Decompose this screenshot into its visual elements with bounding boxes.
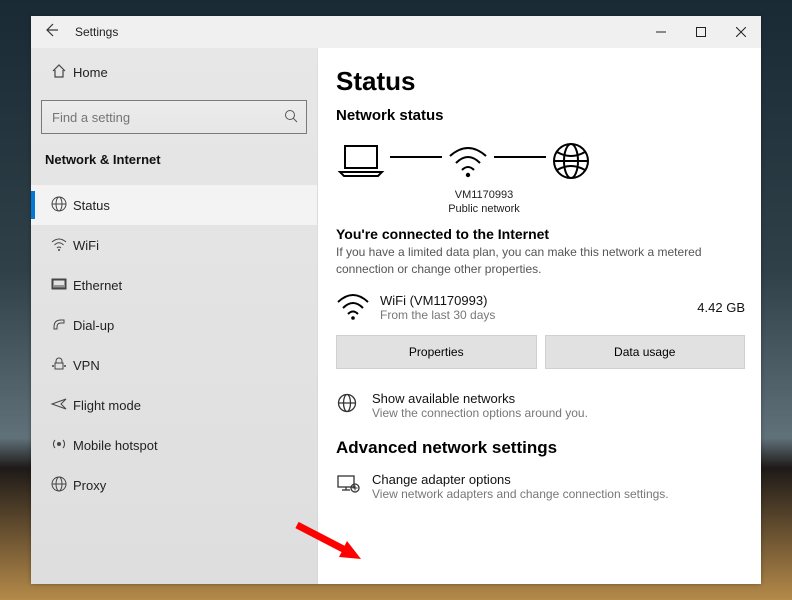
connection-lead: You're connected to the Internet [336,226,745,242]
settings-window: Settings Home Network & Inte [31,16,761,584]
connection-desc: If you have a limited data plan, you can… [336,244,736,278]
airplane-icon [45,395,73,416]
close-button[interactable] [721,16,761,48]
change-adapter-options[interactable]: Change adapter options View network adap… [336,472,745,501]
sidebar-item-label: Status [73,198,110,213]
link-sub: View network adapters and change connect… [372,487,669,501]
sidebar-item-label: Mobile hotspot [73,438,158,453]
sidebar-item-status[interactable]: Status [31,185,317,225]
section-network-status: Network status [336,107,745,124]
sidebar-item-ethernet[interactable]: Ethernet [31,265,317,305]
window-title: Settings [75,25,118,39]
connection-usage: 4.42 GB [697,300,745,315]
globe-icon [550,140,592,182]
properties-button[interactable]: Properties [336,335,537,369]
sidebar-item-vpn[interactable]: VPN [31,345,317,385]
link-title: Change adapter options [372,472,669,487]
connection-name: WiFi (VM1170993) [380,293,697,308]
link-sub: View the connection options around you. [372,406,588,420]
maximize-button[interactable] [681,16,721,48]
globe-small-icon [336,391,372,419]
home-button[interactable]: Home [31,52,317,92]
sidebar-item-dialup[interactable]: Dial-up [31,305,317,345]
home-label: Home [73,65,108,80]
sidebar-item-label: WiFi [73,238,99,253]
sidebar-item-label: Dial-up [73,318,114,333]
network-diagram [336,140,745,182]
sidebar-item-label: VPN [73,358,100,373]
laptop-icon [336,142,386,180]
sidebar: Home Network & Internet Status [31,48,318,584]
sidebar-item-hotspot[interactable]: Mobile hotspot [31,425,317,465]
search-input[interactable] [50,109,284,126]
main-content: Status Network status [318,48,761,584]
search-icon [284,109,298,126]
wifi-large-icon [446,142,490,180]
network-name: VM1170993 [424,188,544,202]
sidebar-item-label: Proxy [73,478,106,493]
minimize-button[interactable] [641,16,681,48]
dialup-icon [45,315,73,336]
home-icon [45,63,73,82]
sidebar-nav: Status WiFi Ethernet Dial-up VPN [31,185,317,505]
sidebar-group-title: Network & Internet [45,152,317,167]
connection-row: WiFi (VM1170993) From the last 30 days 4… [336,292,745,323]
hotspot-icon [45,435,73,456]
network-type: Public network [424,202,544,216]
wifi-icon [45,235,73,256]
show-available-networks[interactable]: Show available networks View the connect… [336,391,745,420]
adapter-icon [336,472,372,500]
wifi-icon [336,292,380,323]
titlebar: Settings [31,16,761,48]
vpn-icon [45,355,73,376]
sidebar-item-flightmode[interactable]: Flight mode [31,385,317,425]
link-title: Show available networks [372,391,588,406]
section-advanced: Advanced network settings [336,438,745,458]
connection-sub: From the last 30 days [380,308,697,322]
status-icon [45,195,73,216]
network-diagram-labels: VM1170993 Public network [424,188,544,216]
sidebar-item-wifi[interactable]: WiFi [31,225,317,265]
sidebar-item-label: Flight mode [73,398,141,413]
back-button[interactable] [31,22,71,43]
data-usage-button[interactable]: Data usage [545,335,746,369]
search-box[interactable] [41,100,307,134]
page-title: Status [336,66,745,97]
ethernet-icon [45,275,73,296]
sidebar-item-proxy[interactable]: Proxy [31,465,317,505]
sidebar-item-label: Ethernet [73,278,122,293]
proxy-icon [45,475,73,496]
